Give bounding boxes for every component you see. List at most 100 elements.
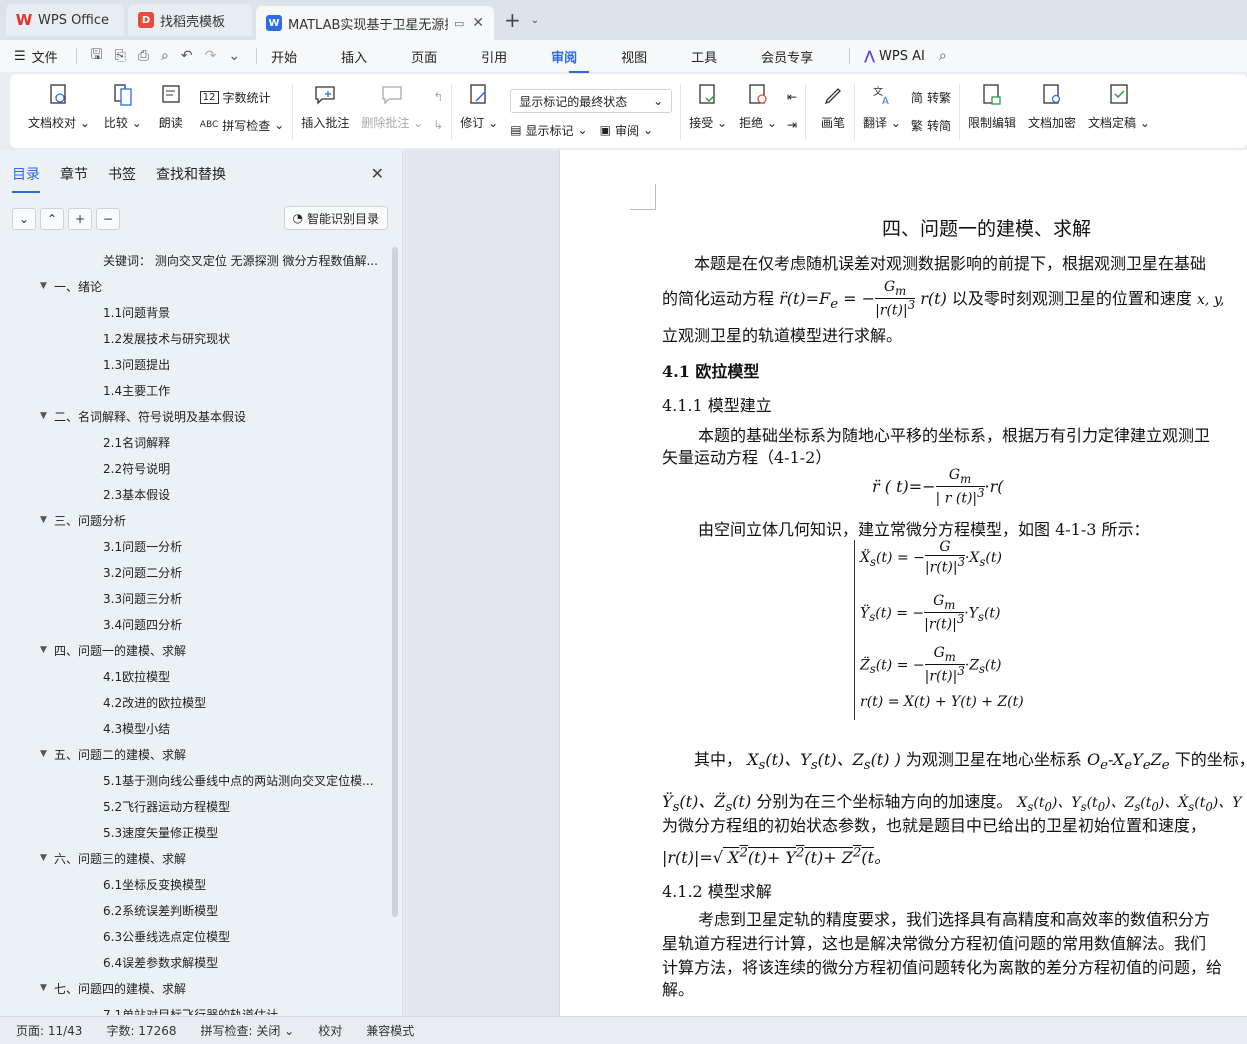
toc-item[interactable]: 4.1欧拉模型 [0,663,395,689]
translate-button[interactable]: 文A 翻译 ⌄ [863,82,901,131]
toc-item[interactable]: 关键词： 测向交叉定位 无源探测 微分方程数值解... [0,247,395,273]
spell-check-button[interactable]: ABC 拼写检查 ⌄ [200,114,285,136]
print-preview-icon[interactable]: ⌕ [161,48,169,64]
compare-button[interactable]: 比较 ⌄ [104,82,142,131]
menu-tab-view[interactable]: 视图 [621,47,677,66]
menu-tab-insert[interactable]: 插入 [341,47,397,66]
new-tab-icon[interactable]: + [498,8,527,32]
proofread-button[interactable]: 校对 [318,1022,342,1039]
close-icon[interactable]: ✕ [371,164,384,183]
menu-tab-review[interactable]: 审阅 [551,47,607,73]
toc-item[interactable]: 5.2飞行器运动方程模型 [0,793,395,819]
read-aloud-button[interactable]: 朗读 [158,82,184,131]
prev-comment-icon[interactable]: ↰ [433,86,443,108]
menu-tab-vip[interactable]: 会员专享 [761,47,831,66]
toc-chapter-item[interactable]: ▼ 四、问题一的建模、求解 [0,637,395,663]
undo-icon[interactable]: ↶ [181,48,193,64]
toc-item[interactable]: 3.4问题四分析 [0,611,395,637]
tab-chapters[interactable]: 章节 [60,164,88,184]
save-icon[interactable]: 🖫 [91,44,103,68]
chevron-down-icon[interactable]: ⌄ [531,15,539,26]
toc-item[interactable]: 5.3速度矢量修正模型 [0,819,395,845]
toc-item[interactable]: 5.1基于测向线公垂线中点的两站测向交叉定位模... [0,767,395,793]
toc-item[interactable]: 2.2符号说明 [0,455,395,481]
doc-check-button[interactable]: 文档校对 ⌄ [28,82,90,131]
to-traditional-button[interactable]: 简转繁 [911,86,951,108]
toc-item[interactable]: 6.2系统误差判断模型 [0,897,395,923]
toc-item[interactable]: 4.3模型小结 [0,715,395,741]
menu-tab-references[interactable]: 引用 [481,47,537,66]
search-icon[interactable]: ⌕ [939,48,947,64]
toc-chapter-item[interactable]: ▼ 三、问题分析 [0,507,395,533]
add-icon[interactable]: + [68,208,92,230]
toc-item[interactable]: 3.3问题三分析 [0,585,395,611]
toc-item[interactable]: 1.3问题提出 [0,351,395,377]
tab-template[interactable]: D 找稻壳模板 [128,4,252,36]
reject-button[interactable]: 拒绝 ⌄ [739,82,777,131]
pen-button[interactable]: 画笔 [820,82,846,131]
collapse-triangle-icon[interactable]: ▼ [40,983,54,993]
show-markup-button[interactable]: ▤ 显示标记 ⌄ [510,119,587,141]
menu-tab-page[interactable]: 页面 [411,47,467,66]
wps-ai-button[interactable]: ⋀ WPS AI [864,49,925,64]
tab-bookmarks[interactable]: 书签 [108,164,136,184]
smart-toc-button[interactable]: ◔ 智能识别目录 [283,206,388,230]
collapse-triangle-icon[interactable]: ▼ [40,645,54,655]
toc-item[interactable]: 1.1问题背景 [0,299,395,325]
encrypt-button[interactable]: 文档加密 [1028,82,1076,131]
delete-comment-button[interactable]: 删除批注 ⌄ [361,82,423,131]
markup-mode-select[interactable]: 显示标记的最终状态 ⌄ [510,89,673,113]
next-comment-icon[interactable]: ↳ [433,114,443,136]
menu-tab-home[interactable]: 开始 [271,47,327,66]
word-count-indicator[interactable]: 字数: 17268 [106,1022,176,1039]
collapse-triangle-icon[interactable]: ▼ [40,515,54,525]
word-count-button[interactable]: 12 字数统计 [199,86,285,108]
toc-chapter-item[interactable]: ▼ 一、绪论 [0,273,395,299]
toc-item[interactable]: 6.1坐标反变换模型 [0,871,395,897]
tab-wps-office[interactable]: W WPS Office [6,4,124,36]
toc-chapter-item[interactable]: ▼ 五、问题二的建模、求解 [0,741,395,767]
next-change-icon[interactable]: ⇥ [787,114,797,136]
toc-item[interactable]: 2.3基本假设 [0,481,395,507]
page-indicator[interactable]: 页面: 11/43 [16,1022,82,1039]
document-page[interactable]: 四、问题一的建模、求解 本题是在仅考虑随机误差对观测数据影响的前提下，根据观测卫… [559,150,1247,1016]
expand-down-icon[interactable]: ⌄ [12,208,36,230]
toc-item[interactable]: 6.4误差参数求解模型 [0,949,395,975]
toc-item[interactable]: 3.1问题一分析 [0,533,395,559]
menu-tab-tools[interactable]: 工具 [691,47,747,66]
toc-item[interactable]: 1.2发展技术与研究现状 [0,325,395,351]
spell-check-status[interactable]: 拼写检查: 关闭 ⌄ [201,1022,295,1039]
redo-icon[interactable]: ↷ [205,48,217,64]
collapse-triangle-icon[interactable]: ▼ [40,853,54,863]
to-simplified-button[interactable]: 繁转简 [911,114,951,136]
tab-toc[interactable]: 目录 [12,164,40,193]
file-menu[interactable]: ☰ 文件 [14,47,58,66]
review-pane-button[interactable]: ▣ 审阅 ⌄ [600,119,653,141]
prev-change-icon[interactable]: ⇤ [787,86,797,108]
toc-item[interactable]: 1.4主要工作 [0,377,395,403]
collapse-triangle-icon[interactable]: ▼ [40,749,54,759]
toc-chapter-item[interactable]: ▼ 六、问题三的建模、求解 [0,845,395,871]
minus-icon[interactable]: − [96,208,120,230]
toc-chapter-item[interactable]: ▼ 七、问题四的建模、求解 [0,975,395,1001]
export-icon[interactable]: ⎘ [115,48,126,64]
tab-document[interactable]: W MATLAB实现基于卫星无源探 ▭ ✕ [256,6,494,40]
toc-item[interactable]: 3.2问题二分析 [0,559,395,585]
print-icon[interactable]: ⎙ [138,48,149,64]
toc-item[interactable]: 2.1名词解释 [0,429,395,455]
finalize-button[interactable]: 文档定稿 ⌄ [1088,82,1150,131]
collapse-up-icon[interactable]: ⌃ [40,208,64,230]
tab-find-replace[interactable]: 查找和替换 [156,164,226,184]
collapse-triangle-icon[interactable]: ▼ [40,281,54,291]
collapse-triangle-icon[interactable]: ▼ [40,411,54,421]
toc-chapter-item[interactable]: ▼ 二、名词解释、符号说明及基本假设 [0,403,395,429]
close-icon[interactable]: ✕ [472,15,484,31]
chevron-down-icon[interactable]: ⌄ [228,48,240,64]
restrict-edit-button[interactable]: 限制编辑 [968,82,1016,131]
insert-comment-button[interactable]: 插入批注 [301,82,349,131]
toc-item[interactable]: 7.1单站对目标飞行器的轨道估计 [0,1001,395,1016]
toc-item[interactable]: 4.2改进的欧拉模型 [0,689,395,715]
accept-button[interactable]: 接受 ⌄ [689,82,727,131]
track-changes-button[interactable]: 修订 ⌄ [460,82,498,131]
toc-item[interactable]: 6.3公垂线选点定位模型 [0,923,395,949]
